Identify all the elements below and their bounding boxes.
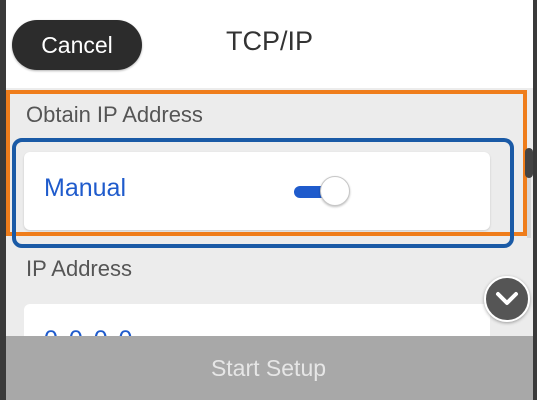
cancel-button[interactable]: Cancel bbox=[12, 20, 142, 70]
device-frame-left bbox=[0, 0, 6, 400]
header-bar: Cancel TCP/IP bbox=[0, 0, 537, 88]
chevron-down-icon bbox=[496, 292, 518, 305]
page-title: TCP/IP bbox=[226, 26, 314, 56]
scrollbar-thumb[interactable] bbox=[525, 148, 533, 178]
ip-address-label: IP Address bbox=[26, 256, 132, 281]
blue-highlight-frame bbox=[12, 138, 514, 248]
device-frame-right bbox=[533, 0, 537, 400]
footer-bar: Start Setup bbox=[0, 336, 537, 400]
tcpip-settings-screen: Cancel TCP/IP Obtain IP Address Manual I… bbox=[0, 0, 537, 400]
scrollbar-track[interactable] bbox=[527, 178, 531, 238]
start-setup-button[interactable]: Start Setup bbox=[0, 336, 537, 400]
scroll-down-button[interactable] bbox=[484, 276, 530, 322]
